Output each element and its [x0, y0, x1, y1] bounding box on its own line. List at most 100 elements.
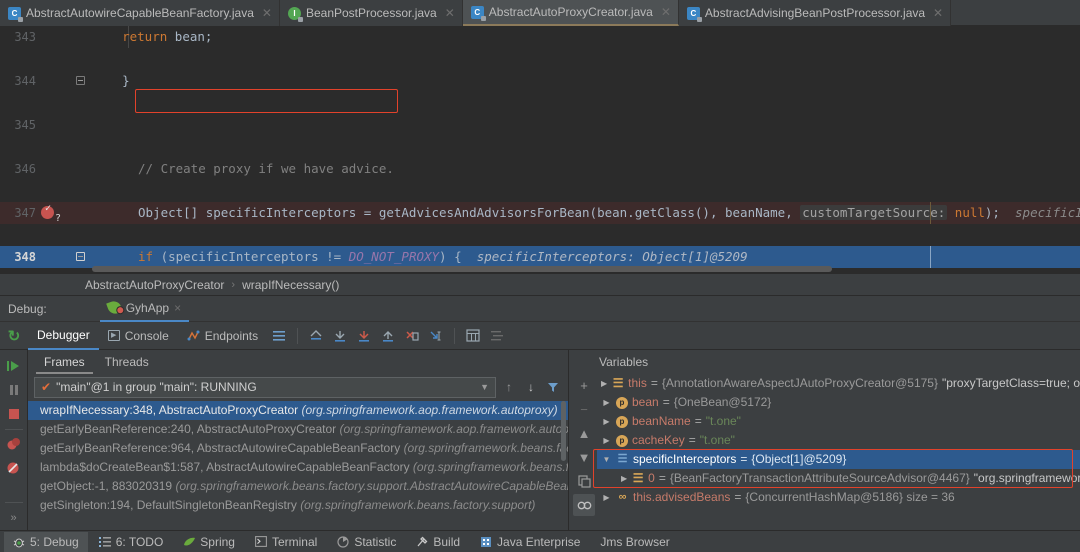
- frames-up-icon[interactable]: ↑: [500, 377, 518, 397]
- thread-selector[interactable]: ✔ "main"@1 in group "main": RUNNING ▼: [34, 376, 496, 398]
- remove-watch-icon[interactable]: −: [573, 398, 595, 420]
- status-item-build[interactable]: Build: [407, 532, 469, 552]
- breadcrumb-method[interactable]: wrapIfNecessary(): [242, 278, 339, 292]
- step-over-icon[interactable]: [328, 324, 352, 348]
- editor-tab-1[interactable]: I BeanPostProcessor.java ✕: [279, 0, 463, 26]
- mute-breakpoints-icon[interactable]: [1, 432, 27, 456]
- step-out-icon[interactable]: [376, 324, 400, 348]
- fold-marker-icon[interactable]: [76, 252, 85, 261]
- build-icon: [416, 536, 428, 548]
- status-item-todo[interactable]: 6: TODO: [90, 532, 173, 552]
- variable-row-this[interactable]: ▶ ☰ this = {AnnotationAwareAspectJAutoPr…: [597, 374, 1080, 393]
- code-editor[interactable]: 343 return bean; 344 } 345 346 // Create…: [0, 26, 1080, 274]
- frames-scrollbar[interactable]: [561, 401, 566, 461]
- expand-twisty-icon[interactable]: ▶: [601, 412, 612, 431]
- variable-value: {BeanFactoryTransactionAttributeSourceAd…: [669, 471, 970, 485]
- frame-method: getSingleton:194, DefaultSingletonBeanRe…: [40, 498, 297, 512]
- status-item-terminal[interactable]: Terminal: [246, 532, 326, 552]
- expand-twisty-icon[interactable]: ▶: [601, 393, 612, 412]
- code-comment: // Create proxy if we have advice.: [138, 161, 394, 176]
- variable-row-beanName[interactable]: ▶ p beanName = "t.one": [597, 412, 1080, 431]
- code-line-345: 345: [0, 114, 1080, 136]
- variable-value: {AnnotationAwareAspectJAutoProxyCreator@…: [661, 376, 938, 390]
- frame-row[interactable]: getObject:-1, 883020319 (org.springframe…: [28, 477, 568, 496]
- inline-debug-hint: specificInter: [1015, 205, 1080, 220]
- more-icon[interactable]: »: [1, 506, 27, 530]
- frame-row[interactable]: getEarlyBeanReference:240, AbstractAutoP…: [28, 420, 568, 439]
- variable-row-specificInterceptors[interactable]: ▼ ☰ specificInterceptors = {Object[1]@52…: [597, 450, 1080, 469]
- pause-program-icon[interactable]: [1, 378, 27, 402]
- java-class-icon: C: [686, 6, 702, 22]
- filter-icon[interactable]: [544, 377, 562, 397]
- tab-frames[interactable]: Frames: [36, 350, 93, 374]
- line-number: 346: [14, 162, 36, 176]
- tab-debugger[interactable]: Debugger: [28, 322, 99, 350]
- frames-list[interactable]: wrapIfNecessary:348, AbstractAutoProxyCr…: [28, 401, 568, 529]
- debug-action-rail: »: [0, 350, 28, 530]
- close-icon[interactable]: ✕: [445, 6, 455, 20]
- status-item-statistic[interactable]: Statistic: [328, 532, 405, 552]
- editor-tab-0[interactable]: C AbstractAutowireCapableBeanFactory.jav…: [0, 0, 280, 26]
- frame-row[interactable]: lambda$doCreateBean$1:587, AbstractAutow…: [28, 458, 568, 477]
- breadcrumb-class[interactable]: AbstractAutoProxyCreator: [85, 278, 224, 292]
- variable-row-array-element-0[interactable]: ▶ ☰ 0 = {BeanFactoryTransactionAttribute…: [597, 469, 1080, 488]
- resume-program-icon[interactable]: [1, 354, 27, 378]
- run-to-cursor-icon[interactable]: [424, 324, 448, 348]
- variable-row-bean[interactable]: ▶ p bean = {OneBean@5172}: [597, 393, 1080, 412]
- frame-row[interactable]: getEarlyBeanReference:964, AbstractAutow…: [28, 439, 568, 458]
- status-item-debug[interactable]: 5: Debug: [4, 531, 88, 552]
- show-execution-point-icon[interactable]: [304, 324, 328, 348]
- expand-twisty-icon[interactable]: ▶: [621, 469, 627, 488]
- java-class-icon: C: [8, 6, 23, 22]
- watches-icon[interactable]: [573, 494, 595, 516]
- close-icon[interactable]: ✕: [661, 5, 671, 19]
- chevron-down-icon[interactable]: ▼: [480, 382, 489, 392]
- move-down-icon[interactable]: ▼: [573, 446, 595, 468]
- editor-tab-3[interactable]: C AbstractAdvisingBeanPostProcessor.java…: [678, 0, 952, 26]
- status-item-jms-browser[interactable]: Jms Browser: [591, 532, 678, 552]
- tab-endpoints[interactable]: Endpoints: [178, 322, 267, 350]
- frame-row[interactable]: getSingleton:194, DefaultSingletonBeanRe…: [28, 496, 568, 515]
- code-line-343: 343 return bean;: [0, 26, 1080, 48]
- editor-horizontal-scrollbar[interactable]: [92, 266, 832, 272]
- stop-icon[interactable]: [1, 402, 27, 426]
- variables-tree[interactable]: ▶ ☰ this = {AnnotationAwareAspectJAutoPr…: [597, 374, 1080, 530]
- frames-down-icon[interactable]: ↓: [522, 377, 540, 397]
- debug-run-config-tab[interactable]: GyhApp ×: [99, 296, 190, 322]
- equals-sign: =: [688, 433, 696, 447]
- status-item-spring[interactable]: Spring: [174, 532, 244, 552]
- frame-package: (org.springframework.aop.framework.autop…: [339, 422, 568, 436]
- frame-package: (org.springframework.beans.factory.suppo…: [403, 441, 568, 455]
- layout-settings-icon[interactable]: [267, 324, 291, 348]
- collapse-twisty-icon[interactable]: ▼: [601, 450, 612, 469]
- move-up-icon[interactable]: ▲: [573, 422, 595, 444]
- expand-twisty-icon[interactable]: ▶: [601, 431, 612, 450]
- breakpoint-icon[interactable]: ✓?: [38, 202, 66, 224]
- close-icon[interactable]: ✕: [933, 6, 943, 20]
- close-icon[interactable]: ×: [174, 301, 181, 315]
- variable-value: {ConcurrentHashMap@5186} size = 36: [745, 490, 955, 504]
- close-icon[interactable]: ✕: [262, 6, 272, 20]
- fold-marker-icon[interactable]: [76, 76, 85, 85]
- add-watch-icon[interactable]: +: [573, 374, 595, 396]
- rerun-icon[interactable]: ↻: [0, 322, 28, 350]
- frame-row[interactable]: wrapIfNecessary:348, AbstractAutoProxyCr…: [28, 401, 568, 420]
- expand-twisty-icon[interactable]: ▶: [601, 374, 607, 393]
- tab-console[interactable]: ▶ Console: [99, 322, 178, 350]
- status-item-java-enterprise[interactable]: Java Enterprise: [471, 532, 589, 552]
- equals-sign: =: [662, 395, 670, 409]
- force-step-into-icon[interactable]: [400, 324, 424, 348]
- variable-row-cacheKey[interactable]: ▶ p cacheKey = "t.one": [597, 431, 1080, 450]
- code-line-347: 347 ✓? Object[] specificInterceptors = g…: [0, 202, 1080, 224]
- step-into-icon[interactable]: [352, 324, 376, 348]
- variable-row-advisedBeans[interactable]: ▶ ∞ this.advisedBeans = {ConcurrentHashM…: [597, 488, 1080, 507]
- copy-icon[interactable]: [573, 470, 595, 492]
- expand-twisty-icon[interactable]: ▶: [601, 488, 612, 507]
- evaluate-expression-icon[interactable]: [461, 324, 485, 348]
- settings-icon[interactable]: [485, 324, 509, 348]
- editor-tab-2[interactable]: C AbstractAutoProxyCreator.java ✕: [462, 0, 679, 26]
- tab-threads[interactable]: Threads: [97, 350, 157, 374]
- breadcrumb: AbstractAutoProxyCreator › wrapIfNecessa…: [0, 274, 1080, 296]
- view-breakpoints-icon[interactable]: [1, 456, 27, 480]
- editor-tab-label: AbstractAutowireCapableBeanFactory.java: [26, 6, 254, 20]
